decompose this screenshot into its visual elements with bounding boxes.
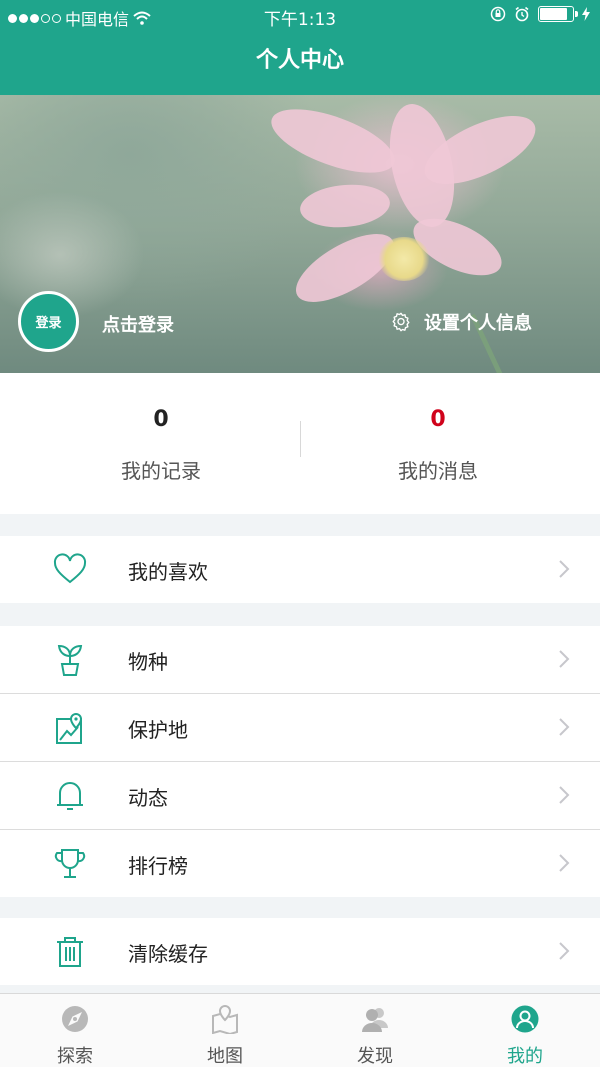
trash-icon [57, 937, 83, 967]
tab-explore[interactable]: 探索 [0, 994, 150, 1067]
menu-label-species: 物种 [128, 650, 168, 674]
menu-item-reserves[interactable]: 保护地 [0, 694, 600, 762]
tab-label-map: 地图 [207, 1046, 243, 1067]
menu-label-activity: 动态 [128, 786, 168, 810]
tab-label-discover: 发现 [357, 1046, 393, 1067]
login-avatar-button[interactable]: 登录 [18, 291, 79, 352]
heart-icon [53, 553, 87, 584]
chevron-right-icon [559, 650, 570, 668]
menu-label-clear-cache: 清除缓存 [128, 942, 208, 966]
sprout-icon [57, 644, 83, 676]
compass-icon [62, 1006, 88, 1032]
my-messages-stat[interactable]: 0 我的消息 [288, 373, 588, 514]
charging-icon [582, 7, 590, 21]
chevron-right-icon [559, 942, 570, 960]
menu-label-favorites: 我的喜欢 [128, 560, 208, 584]
battery-icon [538, 6, 578, 22]
tab-label-explore: 探索 [57, 1046, 93, 1067]
map-pin-icon [56, 712, 83, 744]
status-bar: 中国电信 下午1:13 [0, 0, 600, 32]
alarm-icon [515, 6, 529, 22]
people-icon [362, 1008, 388, 1032]
settings-label: 设置个人信息 [424, 313, 532, 334]
menu-label-ranking: 排行榜 [128, 854, 188, 878]
menu-item-activity[interactable]: 动态 [0, 762, 600, 830]
status-right [490, 6, 590, 22]
menu-item-clear-cache[interactable]: 清除缓存 [0, 918, 600, 985]
my-records-stat[interactable]: 0 我的记录 [11, 373, 311, 514]
menu-item-species[interactable]: 物种 [0, 626, 600, 694]
app-header: 中国电信 下午1:13 个人中心 [0, 0, 600, 95]
messages-label: 我的消息 [398, 459, 478, 483]
messages-count: 0 [430, 407, 446, 432]
bottom-tab-bar: 探索 地图 发现 我的 [0, 993, 600, 1067]
rotation-lock-icon [490, 6, 506, 22]
stats-panel: 0 我的记录 0 我的消息 [0, 373, 600, 514]
records-count: 0 [153, 407, 169, 432]
tab-map[interactable]: 地图 [150, 994, 300, 1067]
menu-item-ranking[interactable]: 排行榜 [0, 830, 600, 897]
person-icon [511, 1005, 539, 1033]
trophy-icon [54, 849, 86, 878]
menu-label-reserves: 保护地 [128, 718, 188, 742]
tab-mine[interactable]: 我的 [450, 994, 600, 1067]
menu-item-favorites[interactable]: 我的喜欢 [0, 536, 600, 603]
bell-icon [57, 782, 83, 810]
gear-icon [392, 312, 410, 332]
login-prompt-link[interactable]: 点击登录 [102, 311, 174, 337]
map-icon [212, 1004, 238, 1034]
chevron-right-icon [559, 718, 570, 736]
chevron-right-icon [559, 786, 570, 804]
page-title: 个人中心 [255, 48, 344, 73]
chevron-right-icon [559, 560, 570, 578]
chevron-right-icon [559, 854, 570, 872]
edit-profile-button[interactable]: 设置个人信息 [390, 309, 532, 335]
tab-discover[interactable]: 发现 [300, 994, 450, 1067]
records-label: 我的记录 [121, 459, 201, 483]
tab-label-mine: 我的 [507, 1046, 543, 1067]
